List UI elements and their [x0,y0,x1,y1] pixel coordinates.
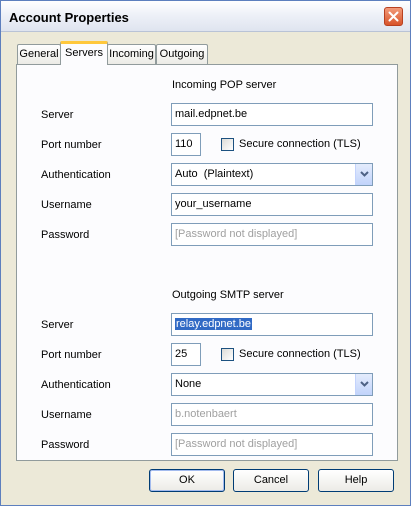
tab-incoming[interactable]: Incoming [107,44,156,64]
incoming-port-input[interactable]: 110 [171,133,201,156]
incoming-server-input[interactable]: mail.edpnet.be [171,103,373,126]
incoming-server-heading: Incoming POP server [172,79,277,91]
outgoing-port-input[interactable]: 25 [171,343,201,366]
incoming-server-label: Server [41,109,74,121]
incoming-username-input[interactable]: your_username [171,193,373,216]
incoming-secure-label: Secure connection (TLS) [239,138,361,150]
incoming-auth-dropdown-button[interactable] [355,164,372,185]
title-bar[interactable]: Account Properties [1,1,410,32]
chevron-down-icon [360,171,369,177]
incoming-secure-checkbox[interactable] [221,138,234,151]
outgoing-password-input[interactable]: [Password not displayed] [171,433,373,456]
outgoing-password-label: Password [41,439,90,451]
outgoing-secure-checkbox[interactable] [221,348,234,361]
outgoing-server-value: relay.edpnet.be [175,318,253,330]
incoming-auth-label: Authentication [41,169,111,181]
outgoing-secure-label: Secure connection (TLS) [239,348,361,360]
window-title: Account Properties [9,10,129,25]
account-properties-dialog: Account Properties General Servers Incom… [0,0,411,506]
incoming-password-label: Password [41,229,90,241]
outgoing-auth-dropdown-button[interactable] [355,374,372,395]
cancel-button[interactable]: Cancel [233,469,309,492]
outgoing-server-heading: Outgoing SMTP server [172,289,284,301]
incoming-auth-select[interactable]: Auto (Plaintext) [171,163,373,186]
tab-outgoing[interactable]: Outgoing [156,44,208,64]
tab-servers[interactable]: Servers [60,41,108,65]
close-icon [388,11,399,22]
outgoing-username-label: Username [41,409,92,421]
outgoing-auth-select[interactable]: None [171,373,373,396]
incoming-auth-value: Auto (Plaintext) [175,168,254,180]
outgoing-auth-label: Authentication [41,379,111,391]
tab-general[interactable]: General [17,44,61,64]
outgoing-server-label: Server [41,319,74,331]
outgoing-port-label: Port number [41,349,102,361]
outgoing-auth-value: None [175,378,202,390]
incoming-username-label: Username [41,199,92,211]
outgoing-username-input[interactable]: b.notenbaert [171,403,373,426]
chevron-down-icon [360,381,369,387]
ok-button[interactable]: OK [149,469,225,492]
outgoing-server-input[interactable]: relay.edpnet.be [171,313,373,336]
incoming-password-input[interactable]: [Password not displayed] [171,223,373,246]
incoming-port-label: Port number [41,139,102,151]
help-button[interactable]: Help [318,469,394,492]
close-button[interactable] [384,7,403,26]
